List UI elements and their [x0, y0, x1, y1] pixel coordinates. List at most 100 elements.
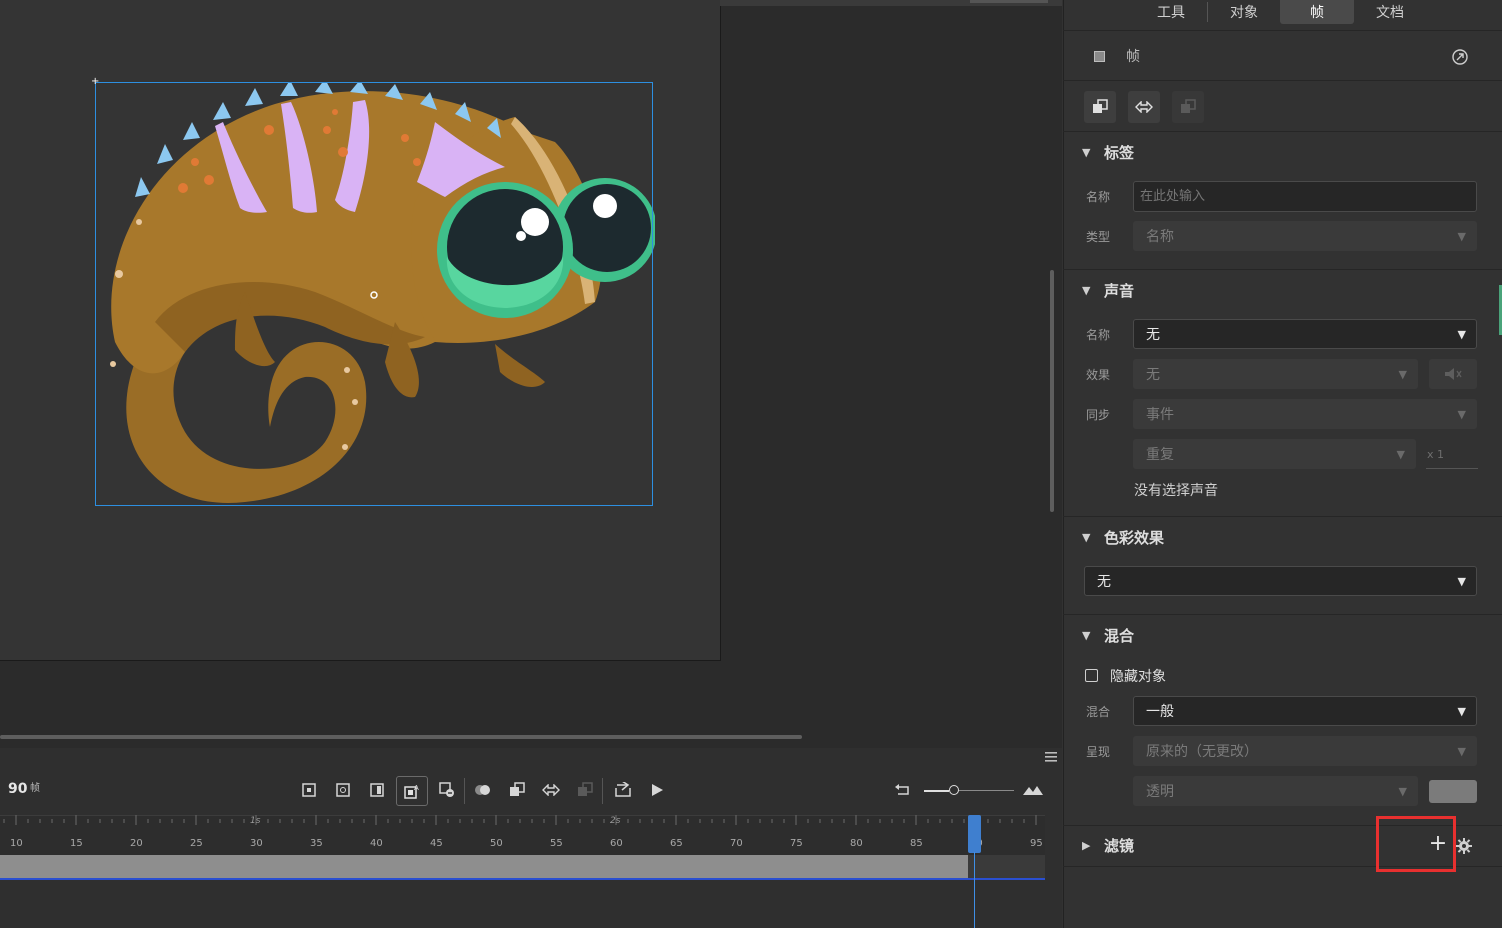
- frame-tick-label: 40: [370, 838, 383, 849]
- insert-keyframe-icon[interactable]: [296, 776, 322, 804]
- chevron-down-icon: ▼: [1082, 629, 1091, 642]
- playhead[interactable]: [968, 815, 981, 853]
- highlight-annotation-box: [1376, 816, 1456, 872]
- insert-blank-keyframe-icon[interactable]: [330, 776, 356, 804]
- frame-tick-label: 45: [430, 838, 443, 849]
- undo-icon[interactable]: [890, 776, 916, 804]
- frame-tick-label: 80: [850, 838, 863, 849]
- hide-object-label: 隐藏对象: [1110, 669, 1166, 685]
- chevron-down-icon: ▼: [1082, 284, 1091, 297]
- chevron-down-icon: ▼: [1396, 448, 1405, 461]
- vertical-scrollbar[interactable]: [1050, 270, 1054, 512]
- sound-repeat-count: x 1: [1427, 448, 1445, 461]
- play-icon[interactable]: [644, 776, 670, 804]
- frame-tick-label: 75: [790, 838, 803, 849]
- frame-tick-label: 95: [1030, 838, 1043, 849]
- blend-section-title: 混合: [1104, 627, 1135, 645]
- chevron-right-icon: ▶: [1082, 839, 1091, 852]
- svg-text:A: A: [414, 784, 419, 792]
- timeline-menu-icon[interactable]: [1045, 752, 1057, 762]
- second-marker-1s: 1s: [250, 816, 261, 826]
- convert-to-keyframe-icon[interactable]: [1084, 91, 1116, 123]
- frame-tick-label: 70: [730, 838, 743, 849]
- sound-name-select[interactable]: 无 ▼: [1133, 319, 1477, 349]
- shape-tween-button-icon: [1172, 91, 1204, 123]
- filter-section-header[interactable]: ▶ 滤镜: [1082, 835, 1134, 856]
- frame-tick-label: 60: [610, 838, 623, 849]
- classic-tween-button-icon[interactable]: [1128, 91, 1160, 123]
- timeline-ruler[interactable]: [0, 815, 1045, 855]
- selection-bounding-box[interactable]: [95, 82, 653, 506]
- sound-section-header[interactable]: ▼ 声音: [1082, 280, 1134, 301]
- layer-span-line: [0, 878, 1045, 880]
- sound-effect-select: 无 ▼: [1133, 359, 1418, 389]
- panel-header-title: 帧: [1126, 49, 1140, 65]
- tab-frame[interactable]: 帧: [1280, 0, 1354, 24]
- sound-repeat-value: 重复: [1146, 447, 1174, 463]
- classic-tween-icon[interactable]: [538, 776, 564, 804]
- no-sound-selected-text: 没有选择声音: [1134, 483, 1218, 499]
- remove-frame-icon[interactable]: [434, 776, 460, 804]
- chevron-down-icon: ▼: [1457, 328, 1466, 341]
- onion-skin-icon[interactable]: [470, 776, 496, 804]
- panel-divider: [1063, 269, 1502, 270]
- label-type-select: 名称 ▼: [1133, 221, 1477, 251]
- tab-document[interactable]: 文档: [1358, 0, 1422, 24]
- chevron-down-icon: ▼: [1457, 575, 1466, 588]
- frame-tick-label: 65: [670, 838, 683, 849]
- sound-effect-value: 无: [1146, 367, 1160, 383]
- workspace-top-button[interactable]: [970, 0, 1048, 3]
- color-effect-value: 无: [1097, 574, 1111, 590]
- zoom-slider-thumb[interactable]: [949, 785, 959, 795]
- blend-mode-label: 混合: [1086, 705, 1111, 719]
- label-section-title: 标签: [1104, 144, 1135, 162]
- label-name-input[interactable]: [1133, 181, 1477, 212]
- frame-tick-label: 10: [10, 838, 23, 849]
- chevron-down-icon: ▼: [1398, 785, 1407, 798]
- frame-tick-label: 20: [130, 838, 143, 849]
- horizontal-scrollbar[interactable]: [0, 735, 802, 739]
- blend-mode-select[interactable]: 一般 ▼: [1133, 696, 1477, 726]
- sound-sync-value: 事件: [1146, 407, 1174, 423]
- loop-playback-icon[interactable]: [610, 776, 636, 804]
- toolbar-divider: [464, 778, 465, 804]
- chevron-down-icon: ▼: [1457, 230, 1466, 243]
- toolbar-divider: [602, 778, 603, 804]
- frame-tick-label: 55: [550, 838, 563, 849]
- expand-link-icon[interactable]: [1452, 49, 1468, 65]
- transparency-value: 透明: [1146, 784, 1174, 800]
- color-effect-section-title: 色彩效果: [1104, 529, 1165, 547]
- frame-count: 90: [8, 781, 28, 797]
- filter-section-title: 滤镜: [1104, 837, 1135, 855]
- create-tween-icon[interactable]: [504, 776, 530, 804]
- layer-frame-track[interactable]: [0, 855, 1045, 879]
- frame-tick-label: 85: [910, 838, 923, 849]
- layer-empty-frames[interactable]: [968, 855, 1045, 879]
- blend-section-header[interactable]: ▼ 混合: [1082, 625, 1134, 646]
- color-effect-select[interactable]: 无 ▼: [1084, 566, 1477, 596]
- insert-frame-icon[interactable]: [364, 776, 390, 804]
- frame-tick-label: 25: [190, 838, 203, 849]
- fit-timeline-icon[interactable]: [1020, 776, 1046, 804]
- registration-point[interactable]: +: [91, 77, 101, 87]
- color-effect-section-header[interactable]: ▼ 色彩效果: [1082, 527, 1164, 548]
- auto-keyframe-icon[interactable]: A: [396, 776, 428, 806]
- sound-repeat-select: 重复 ▼: [1133, 439, 1416, 469]
- playhead-line: [974, 852, 975, 928]
- chevron-down-icon: ▼: [1398, 368, 1407, 381]
- label-section-header[interactable]: ▼ 标签: [1082, 142, 1134, 163]
- edit-sound-envelope-icon: [1429, 359, 1477, 389]
- frame-tick-label: 50: [490, 838, 503, 849]
- label-name-label: 名称: [1086, 190, 1111, 204]
- render-value: 原来的（无更改）: [1146, 744, 1258, 760]
- second-marker-2s: 2s: [610, 816, 621, 826]
- render-select: 原来的（无更改） ▼: [1133, 736, 1477, 766]
- panel-divider: [1063, 131, 1502, 132]
- hide-object-checkbox[interactable]: [1085, 669, 1098, 682]
- filter-settings-gear-icon[interactable]: [1456, 838, 1472, 854]
- frame-tick-label: 35: [310, 838, 323, 849]
- tab-tools[interactable]: 工具: [1140, 0, 1202, 24]
- tab-object[interactable]: 对象: [1212, 0, 1276, 24]
- panel-divider: [1063, 80, 1502, 81]
- render-label: 呈现: [1086, 745, 1111, 759]
